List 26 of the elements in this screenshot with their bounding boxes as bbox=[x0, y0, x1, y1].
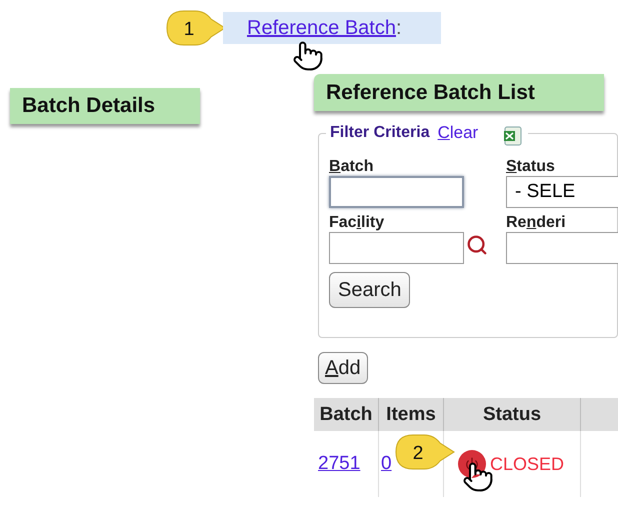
field-label: Status bbox=[506, 158, 556, 176]
clear-link[interactable]: Clear bbox=[438, 120, 478, 146]
add-button[interactable]: Add bbox=[318, 352, 368, 384]
text-field[interactable] bbox=[329, 176, 464, 208]
colon: : bbox=[396, 16, 402, 41]
text-field[interactable] bbox=[506, 232, 618, 264]
items-link[interactable]: 0 bbox=[381, 450, 392, 478]
column-header: Batch bbox=[314, 398, 379, 431]
section-header: Reference Batch List bbox=[314, 74, 604, 111]
spreadsheet-icon[interactable] bbox=[502, 125, 524, 147]
search-button[interactable]: Search bbox=[329, 272, 410, 308]
hand-cursor-icon bbox=[292, 40, 324, 72]
column-header: Items bbox=[379, 398, 444, 431]
text-field[interactable] bbox=[329, 232, 464, 264]
status-dropdown[interactable]: - SELE bbox=[506, 176, 618, 208]
batch-link[interactable]: 2751 bbox=[318, 450, 360, 478]
field-label: Batch bbox=[329, 158, 374, 176]
search-icon[interactable] bbox=[466, 234, 488, 256]
status-text: CLOSED bbox=[490, 452, 564, 476]
field-label: Renderi bbox=[506, 214, 567, 232]
filter-legend: Filter Criteria bbox=[330, 121, 430, 145]
reference-batch-link[interactable]: Reference Batch bbox=[247, 13, 396, 43]
section-header: Batch Details bbox=[10, 88, 200, 124]
column-header: Status bbox=[444, 398, 581, 431]
callout-balloon: 2 bbox=[394, 433, 456, 471]
field-label: Facility bbox=[329, 214, 386, 232]
